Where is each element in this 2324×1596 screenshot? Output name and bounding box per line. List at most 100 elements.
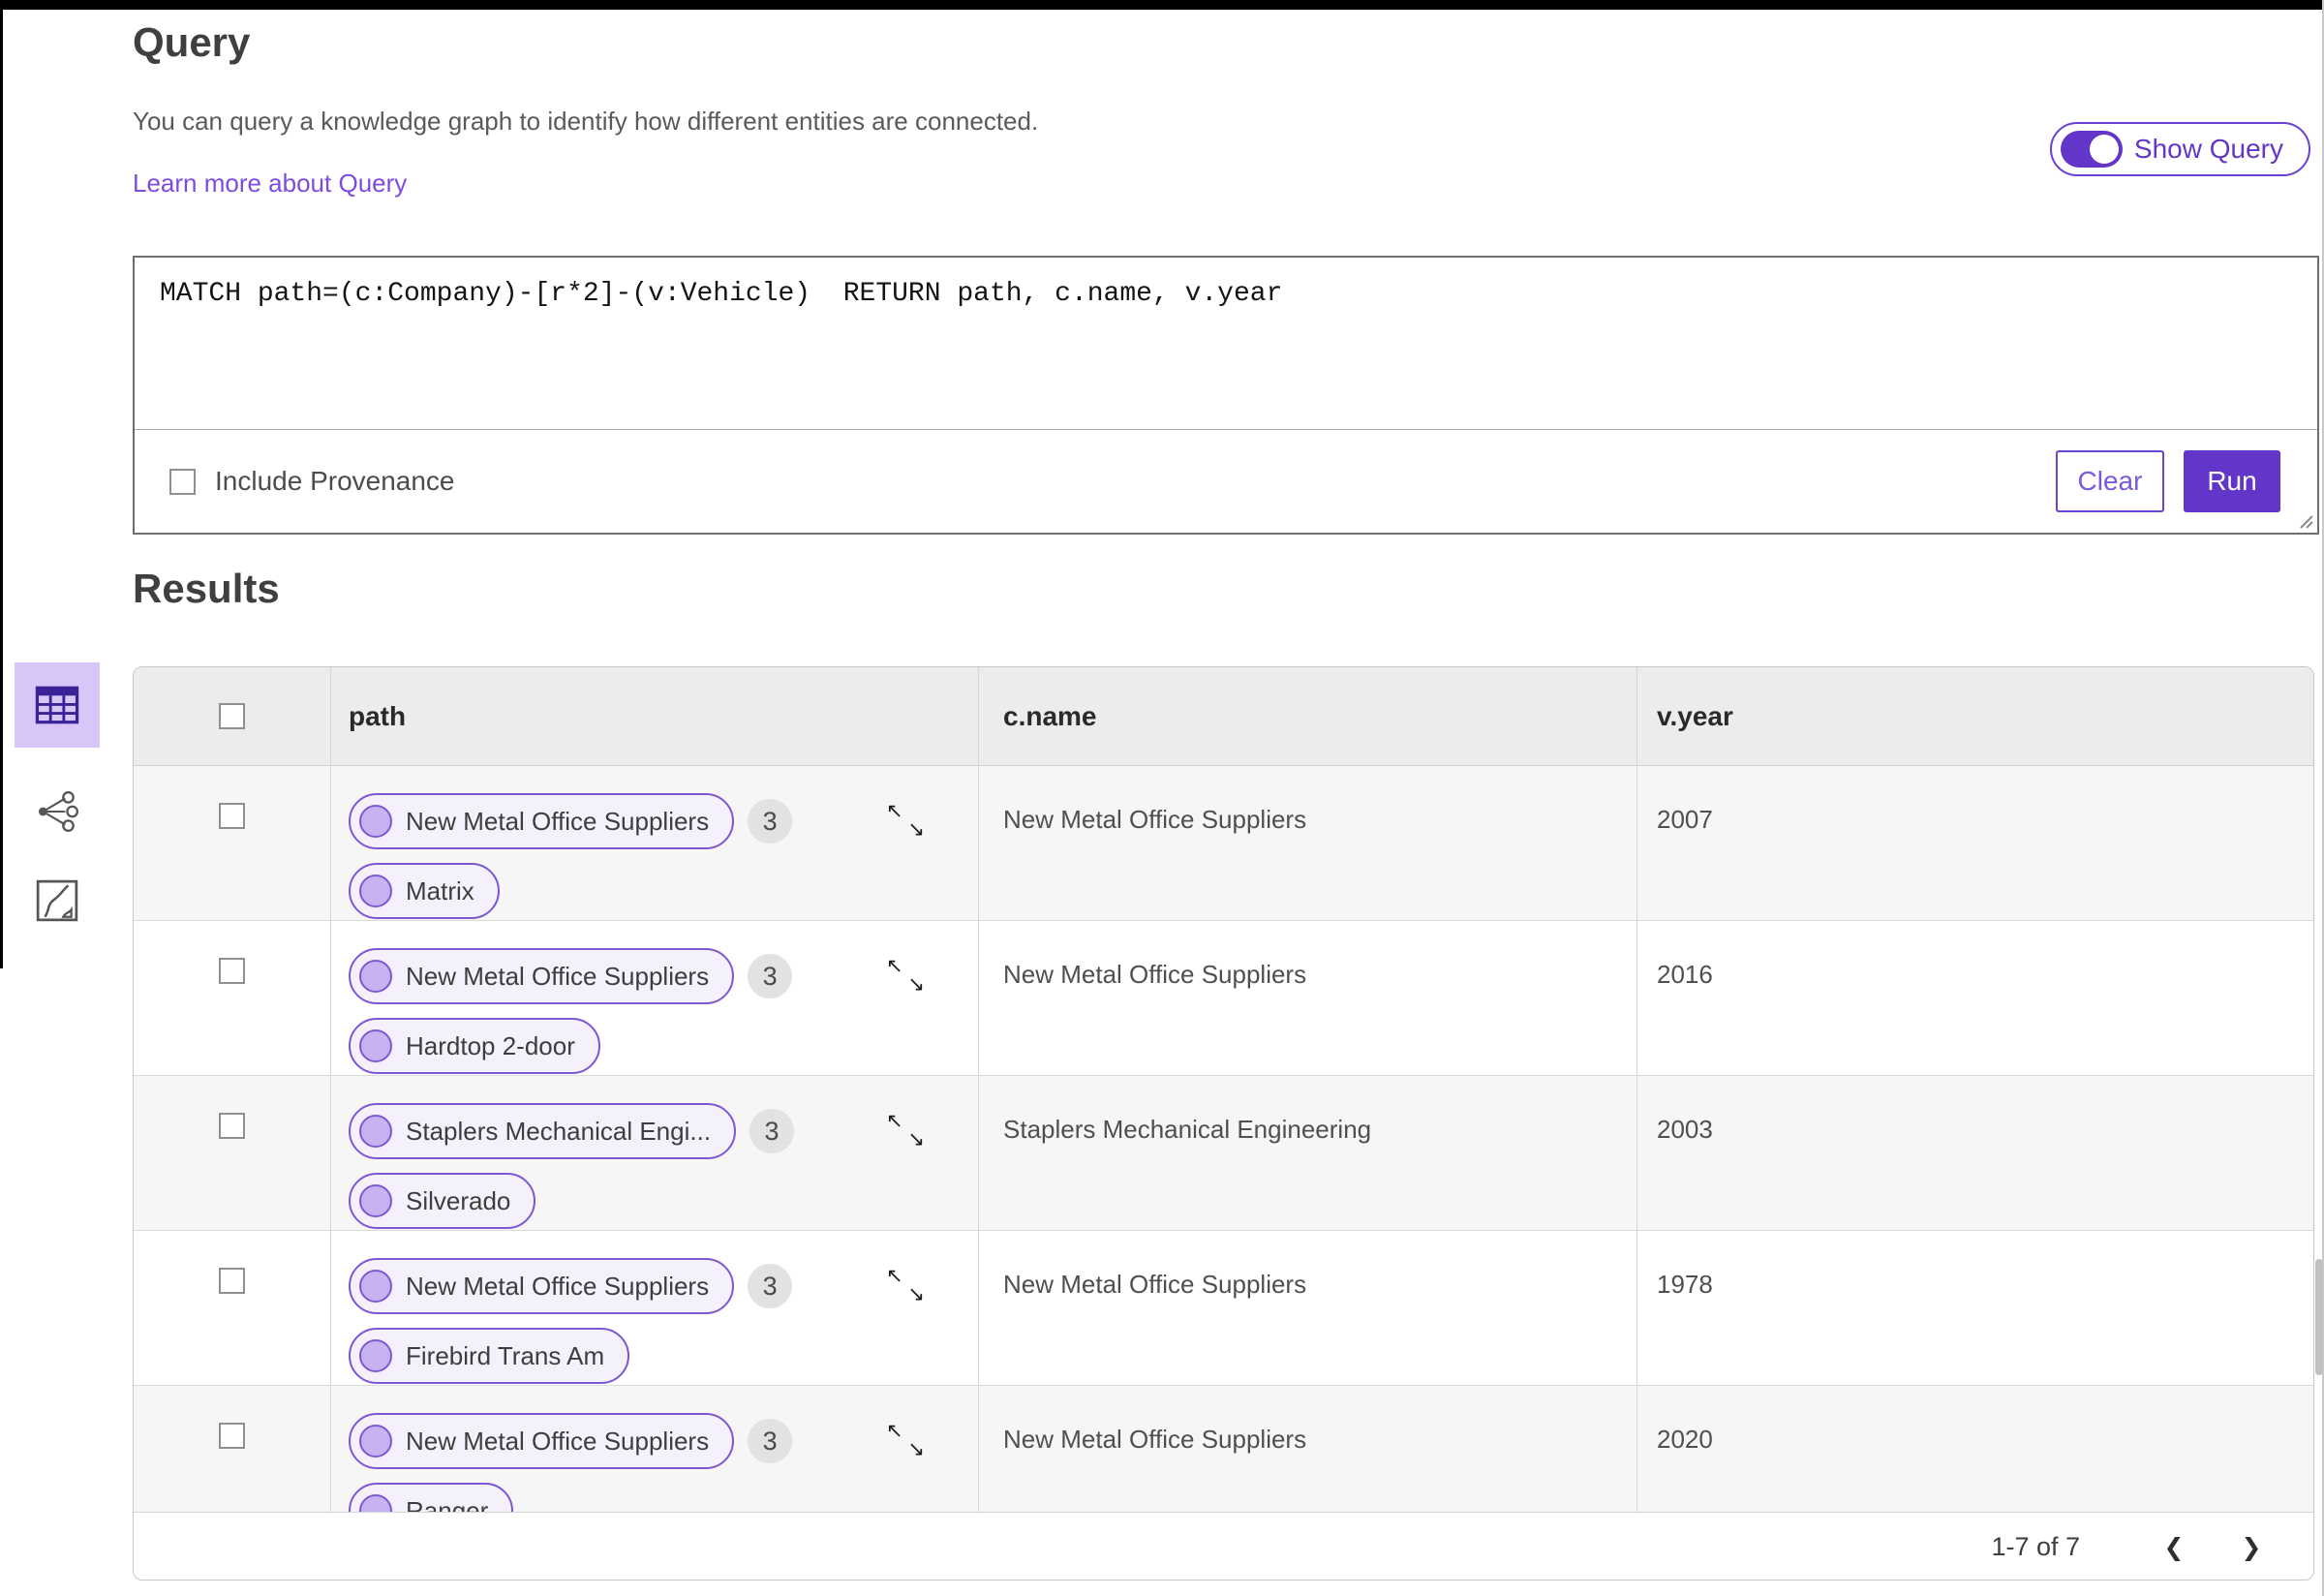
entity-pill[interactable]: New Metal Office Suppliers [349,948,735,1004]
column-header-path: path [349,700,407,731]
path-count-badge: 3 [748,1419,793,1463]
entity-node-icon [359,875,392,907]
entity-pill[interactable]: New Metal Office Suppliers [349,1413,735,1469]
path-pills: New Metal Office Suppliers 3 Hardtop 2-doo… [331,921,978,1074]
path-pills: New Metal Office Suppliers 3 Ranger [331,1386,978,1512]
row-cname-cell: New Metal Office Suppliers [979,921,1637,1075]
row-cname-cell: New Metal Office Suppliers [979,1231,1637,1385]
entity-pill[interactable]: Ranger [349,1483,514,1513]
run-button[interactable]: Run [2184,450,2280,512]
cell-v-year: 2003 [1657,1115,1713,1144]
row-cname-cell: New Metal Office Suppliers [979,1386,1637,1512]
entity-pill[interactable]: Staplers Mechanical Engi... [349,1103,737,1159]
expand-path-icon[interactable]: ↖ ↘ [886,1266,925,1304]
entity-pill-label: New Metal Office Suppliers [406,1426,710,1456]
row-cname-cell: New Metal Office Suppliers [979,766,1637,920]
cell-c-name: New Metal Office Suppliers [1003,960,1307,989]
clear-button[interactable]: Clear [2056,450,2164,512]
entity-pill-label: Matrix [406,875,474,905]
cell-v-year: 1978 [1657,1270,1713,1299]
row-checkbox[interactable] [219,1423,245,1449]
resize-handle-icon[interactable] [2293,508,2314,530]
pagination-next-button[interactable]: ❯ [2230,1526,2273,1569]
row-vyear-cell: 2007 [1637,766,2313,920]
learn-more-link[interactable]: Learn more about Query [133,169,407,199]
graph-view-button[interactable] [15,782,100,842]
table-view-icon [35,686,79,724]
path-pills: Staplers Mechanical Engi... 3 Silverado [331,1076,978,1229]
cell-c-name: Staplers Mechanical Engineering [1003,1115,1372,1144]
cell-c-name: New Metal Office Suppliers [1003,805,1307,834]
window-left-edge [0,0,3,968]
header-path-cell: path [331,667,979,765]
results-table-header: path c.name v.year [134,667,2313,766]
row-checkbox-cell [134,1076,331,1230]
entity-node-icon [359,1270,392,1303]
entity-pill[interactable]: New Metal Office Suppliers [349,1258,735,1314]
page-scrollbar-thumb[interactable] [2315,1259,2323,1375]
chevron-right-icon: ❯ [2241,1533,2262,1561]
header-cname-cell: c.name [979,667,1637,765]
expand-path-icon[interactable]: ↖ ↘ [886,1421,925,1459]
table-row: New Metal Office Suppliers 3 Firebird Tran… [134,1231,2313,1386]
entity-pill[interactable]: Firebird Trans Am [349,1328,630,1384]
include-provenance-checkbox[interactable] [169,468,196,495]
row-cname-cell: Staplers Mechanical Engineering [979,1076,1637,1230]
entity-node-icon [359,960,392,993]
entity-node-icon [359,805,392,838]
entity-node-icon [359,1494,392,1512]
cell-v-year: 2020 [1657,1425,1713,1454]
window-top-edge [0,0,2324,10]
results-table-body: New Metal Office Suppliers 3 Matrix ↖ ↘ New… [134,766,2313,1512]
entity-pill-label: Ranger [406,1495,489,1513]
entity-pill-label: Staplers Mechanical Engi... [406,1116,712,1146]
entity-pill[interactable]: Hardtop 2-door [349,1018,600,1074]
table-row: New Metal Office Suppliers 3 Hardtop 2-doo… [134,921,2313,1076]
row-checkbox[interactable] [219,958,245,984]
show-query-label: Show Query [2133,134,2283,164]
expand-path-icon[interactable]: ↖ ↘ [886,1111,925,1150]
row-path-cell: New Metal Office Suppliers 3 Ranger ↖ ↘ [331,1386,979,1512]
graph-view-icon [39,791,79,832]
results-title: Results [133,566,280,611]
map-view-button[interactable] [15,871,100,931]
entity-pill-label: New Metal Office Suppliers [406,806,710,836]
toggle-on-icon[interactable] [2060,131,2123,168]
entity-pill[interactable]: Matrix [349,863,500,919]
pagination-range-label: 1-7 of 7 [1991,1532,2080,1561]
entity-pill-label: New Metal Office Suppliers [406,961,710,991]
entity-pill[interactable]: New Metal Office Suppliers [349,793,735,849]
expand-path-icon[interactable]: ↖ ↘ [886,956,925,995]
path-count-badge: 3 [748,799,793,844]
query-editor-panel: MATCH path=(c:Company)-[r*2]-(v:Vehicle)… [133,256,2319,535]
entity-pill[interactable]: Silverado [349,1173,536,1229]
table-view-button[interactable] [15,662,100,748]
column-header-v-year: v.year [1657,700,1733,731]
results-table: path c.name v.year New Metal Office Supp… [133,666,2314,1581]
cell-c-name: New Metal Office Suppliers [1003,1425,1307,1454]
row-path-cell: New Metal Office Suppliers 3 Matrix ↖ ↘ [331,766,979,920]
row-checkbox[interactable] [219,803,245,829]
entity-pill-label: Hardtop 2-door [406,1030,575,1060]
entity-node-icon [359,1029,392,1062]
results-table-footer: 1-7 of 7 ❮ ❯ [134,1512,2313,1580]
row-checkbox[interactable] [219,1268,245,1294]
show-query-toggle[interactable]: Show Query [2049,122,2310,176]
entity-node-icon [359,1184,392,1217]
entity-node-icon [359,1115,392,1148]
pagination-prev-button[interactable]: ❮ [2153,1526,2195,1569]
entity-node-icon [359,1339,392,1372]
path-pills: New Metal Office Suppliers 3 Firebird Tran… [331,1231,978,1384]
include-provenance-label: Include Provenance [215,466,455,496]
results-view-switcher [14,662,101,931]
header-vyear-cell: v.year [1637,667,2313,765]
select-all-checkbox[interactable] [219,703,245,729]
row-vyear-cell: 1978 [1637,1231,2313,1385]
row-path-cell: New Metal Office Suppliers 3 Firebird Tran… [331,1231,979,1385]
entity-pill-label: Firebird Trans Am [406,1340,605,1370]
table-row: Staplers Mechanical Engi... 3 Silverado ↖ ↘… [134,1076,2313,1231]
entity-node-icon [359,1425,392,1458]
row-checkbox[interactable] [219,1113,245,1139]
query-textarea[interactable]: MATCH path=(c:Company)-[r*2]-(v:Vehicle)… [135,258,2317,430]
expand-path-icon[interactable]: ↖ ↘ [886,801,925,840]
